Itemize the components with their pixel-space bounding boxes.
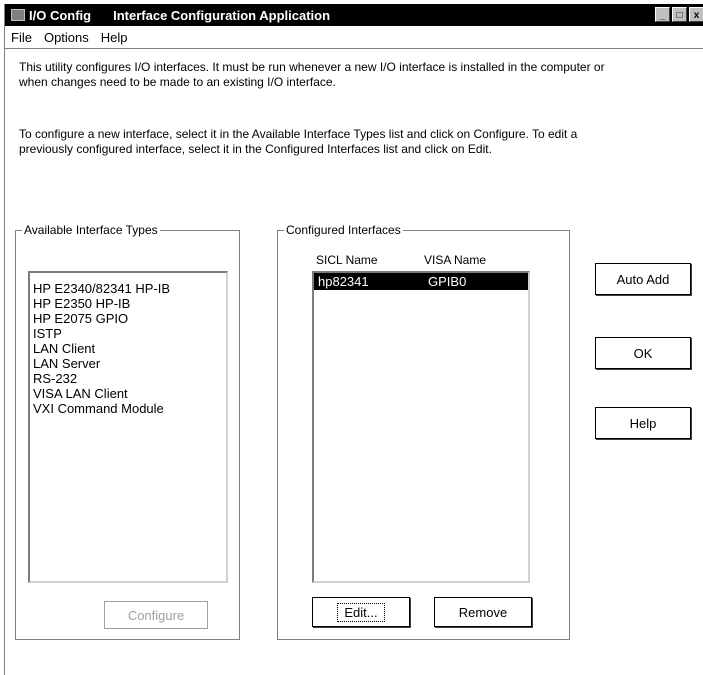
available-interfaces-list[interactable]: HP E2340/82341 HP-IB HP E2350 HP-IB HP E… [28,271,228,583]
menu-options[interactable]: Options [44,30,89,45]
menu-file[interactable]: File [11,30,32,45]
menu-help[interactable]: Help [101,30,128,45]
configure-button[interactable]: Configure [104,601,208,629]
window-subtitle: Interface Configuration Application [113,7,331,23]
app-icon [11,9,25,21]
remove-button[interactable]: Remove [434,597,532,627]
configured-interfaces-label: Configured Interfaces [284,223,403,237]
list-item[interactable]: VISA LAN Client [30,386,226,401]
sicl-name-column-header: SICL Name [316,253,378,267]
intro-text: This utility configures I/O interfaces. … [19,60,605,89]
auto-add-button[interactable]: Auto Add [595,263,691,295]
visa-name-column-header: VISA Name [424,253,487,267]
menu-bar: File Options Help [5,27,134,47]
sicl-name-cell: hp82341 [318,274,369,289]
visa-name-cell: GPIB0 [428,274,467,289]
minimize-button[interactable]: _ [655,7,670,22]
list-item[interactable]: LAN Client [30,341,226,356]
maximize-button[interactable]: □ [672,7,687,22]
table-row[interactable]: hp82341 GPIB0 [314,273,528,290]
help-button[interactable]: Help [595,407,691,439]
list-item[interactable]: RS-232 [30,371,226,386]
list-item[interactable]: VXI Command Module [30,401,226,416]
configured-interfaces-list[interactable]: hp82341 GPIB0 [312,271,530,583]
io-config-window: I/O Config Interface Configuration Appli… [4,4,703,675]
configured-interfaces-group: Configured Interfaces SICL Name VISA Nam… [277,223,570,640]
close-button[interactable]: x [689,7,703,22]
edit-button-label: Edit... [337,602,385,622]
title-bar[interactable]: I/O Config Interface Configuration Appli… [5,4,703,26]
list-item[interactable]: HP E2350 HP-IB [30,296,226,311]
list-item[interactable]: LAN Server [30,356,226,371]
menu-separator [5,48,703,50]
instructions-text: To configure a new interface, select it … [19,127,578,156]
available-interfaces-group: Available Interface Types HP E2340/82341… [15,223,240,640]
available-interfaces-label: Available Interface Types [22,223,160,237]
list-item[interactable]: ISTP [30,326,226,341]
window-title: I/O Config [29,7,92,23]
edit-button[interactable]: Edit... [312,597,410,627]
ok-button[interactable]: OK [595,337,691,369]
list-item[interactable]: HP E2075 GPIO [30,311,226,326]
list-item[interactable]: HP E2340/82341 HP-IB [30,281,226,296]
